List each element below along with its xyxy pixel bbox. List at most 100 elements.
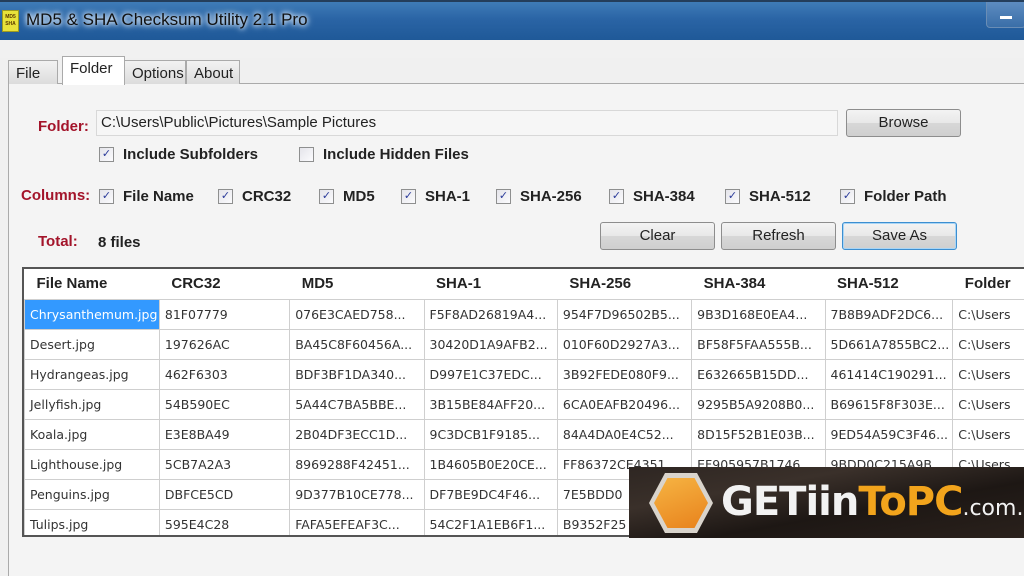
table-cell[interactable]: 8D15F52B1E03B... <box>691 418 826 450</box>
table-cell[interactable]: 3B15BE84AFF20... <box>423 388 558 420</box>
table-cell[interactable]: BF58F5FAA555B... <box>691 328 826 360</box>
table-cell[interactable]: Jellyfish.jpg <box>24 388 160 420</box>
tab-options[interactable]: Options <box>124 60 186 84</box>
table-row[interactable]: Hydrangeas.jpg 462F6303 BDF3BF1DA340... D99… <box>24 358 1024 390</box>
table-cell[interactable]: Lighthouse.jpg <box>24 448 160 480</box>
save-as-button[interactable]: Save As <box>842 222 957 250</box>
column-checkbox-folder-path[interactable]: ✓ Folder Path <box>840 188 947 205</box>
columns-label: Columns: <box>21 187 91 204</box>
app-icon-bottom-text: SHA <box>5 21 16 27</box>
table-cell[interactable]: 9B3D168E0EA4... <box>691 298 826 330</box>
checkbox-checked-icon: ✓ <box>319 189 334 204</box>
include-subfolders-checkbox[interactable]: ✓ Include Subfolders <box>99 146 258 163</box>
title-bar: MD5 SHA MD5 & SHA Checksum Utility 2.1 P… <box>0 0 1024 40</box>
watermark-domain: .com.pk <box>962 496 1024 521</box>
checkbox-checked-icon: ✓ <box>99 189 114 204</box>
table-cell[interactable]: Koala.jpg <box>24 418 160 450</box>
table-cell[interactable]: 9ED54A59C3F46... <box>824 418 954 450</box>
include-hidden-files-label: Include Hidden Files <box>323 146 469 163</box>
table-cell[interactable]: Penguins.jpg <box>24 478 160 510</box>
table-cell[interactable]: DF7BE9DC4F46... <box>423 478 558 510</box>
column-header-crc32[interactable]: CRC32 <box>159 269 290 299</box>
column-header-sha1[interactable]: SHA-1 <box>424 269 558 299</box>
refresh-button[interactable]: Refresh <box>721 222 836 250</box>
table-cell[interactable]: 9C3DCB1F9185... <box>423 418 558 450</box>
table-cell[interactable]: C:\Users <box>952 388 1024 420</box>
checkbox-checked-icon: ✓ <box>218 189 233 204</box>
table-cell[interactable]: F5F8AD26819A4... <box>423 298 558 330</box>
table-cell[interactable]: 1B4605B0E20CE... <box>423 448 558 480</box>
table-cell[interactable]: 5CB7A2A3 <box>158 448 291 480</box>
table-row[interactable]: Chrysanthemum.jpg 81F07779 076E3CAED758...… <box>24 298 1024 330</box>
column-header-file-name[interactable]: File Name <box>24 269 160 299</box>
table-cell[interactable]: 5A44C7BA5BBE... <box>289 388 425 420</box>
tab-about[interactable]: About <box>186 60 240 84</box>
table-cell[interactable]: Tulips.jpg <box>24 508 160 535</box>
table-cell[interactable]: E632665B15DD... <box>691 358 826 390</box>
table-cell[interactable]: BA45C8F60456A... <box>289 328 425 360</box>
window-title: MD5 & SHA Checksum Utility 2.1 Pro <box>26 10 308 29</box>
column-checkbox-sha256[interactable]: ✓ SHA-256 <box>496 188 582 205</box>
column-header-sha384[interactable]: SHA-384 <box>691 269 825 299</box>
table-cell[interactable]: 8969288F42451... <box>289 448 425 480</box>
table-cell[interactable]: 2B04DF3ECC1D... <box>289 418 425 450</box>
table-cell[interactable]: 30420D1A9AFB2... <box>423 328 558 360</box>
table-cell[interactable]: 5D661A7855BC2... <box>824 328 954 360</box>
tab-file[interactable]: File <box>8 60 58 84</box>
watermark-logo-icon <box>649 473 713 533</box>
column-checkbox-label: SHA-1 <box>425 188 471 205</box>
column-header-md5[interactable]: MD5 <box>289 269 425 299</box>
table-cell[interactable]: C:\Users <box>952 298 1024 330</box>
table-cell[interactable]: 9295B5A9208B0... <box>691 388 826 420</box>
table-cell[interactable]: E3E8BA49 <box>158 418 291 450</box>
table-cell[interactable]: 954F7D96502B5... <box>556 298 693 330</box>
folder-path-input[interactable]: C:\Users\Public\Pictures\Sample Pictures <box>96 110 838 136</box>
column-header-sha256[interactable]: SHA-256 <box>557 269 692 299</box>
table-cell[interactable]: 6CA0EAFB20496... <box>556 388 693 420</box>
browse-button[interactable]: Browse <box>846 109 961 137</box>
column-checkbox-crc32[interactable]: ✓ CRC32 <box>218 188 291 205</box>
table-cell[interactable]: 54B590EC <box>158 388 291 420</box>
include-hidden-files-checkbox[interactable]: Include Hidden Files <box>299 146 469 163</box>
total-label: Total: <box>38 233 78 250</box>
table-cell[interactable]: 076E3CAED758... <box>289 298 425 330</box>
table-row[interactable]: Desert.jpg 197626AC BA45C8F60456A... 30420D… <box>24 328 1024 360</box>
table-cell[interactable]: 7B8B9ADF2DC6... <box>824 298 954 330</box>
table-cell[interactable]: 84A4DA0E4C52... <box>556 418 693 450</box>
table-cell[interactable]: Chrysanthemum.jpg <box>24 298 160 330</box>
table-cell[interactable]: 010F60D2927A3... <box>556 328 693 360</box>
table-cell[interactable]: 9D377B10CE778... <box>289 478 425 510</box>
column-checkbox-sha384[interactable]: ✓ SHA-384 <box>609 188 695 205</box>
column-header-folder[interactable]: Folder <box>952 269 1024 299</box>
table-cell[interactable]: BDF3BF1DA340... <box>289 358 425 390</box>
minimize-button[interactable] <box>986 2 1024 28</box>
table-cell[interactable]: 462F6303 <box>158 358 291 390</box>
table-cell[interactable]: C:\Users <box>952 358 1024 390</box>
table-cell[interactable]: Hydrangeas.jpg <box>24 358 160 390</box>
table-cell[interactable]: 81F07779 <box>158 298 291 330</box>
table-cell[interactable]: D997E1C37EDC... <box>423 358 558 390</box>
table-cell[interactable]: Desert.jpg <box>24 328 160 360</box>
column-checkbox-sha512[interactable]: ✓ SHA-512 <box>725 188 811 205</box>
table-row[interactable]: Koala.jpg E3E8BA49 2B04DF3ECC1D... 9C3DCB1F… <box>24 418 1024 450</box>
table-cell[interactable]: 595E4C28 <box>158 508 291 535</box>
table-cell[interactable]: C:\Users <box>952 328 1024 360</box>
clear-button[interactable]: Clear <box>600 222 715 250</box>
table-cell[interactable]: DBFCE5CD <box>158 478 291 510</box>
menu-strip <box>0 40 1024 58</box>
tab-folder[interactable]: Folder <box>62 56 125 85</box>
column-checkbox-file-name[interactable]: ✓ File Name <box>99 188 194 205</box>
table-row[interactable]: Jellyfish.jpg 54B590EC 5A44C7BA5BBE... 3B15… <box>24 388 1024 420</box>
table-cell[interactable]: 461414C190291... <box>824 358 954 390</box>
checkbox-checked-icon: ✓ <box>496 189 511 204</box>
table-cell[interactable]: 54C2F1A1EB6F1... <box>423 508 558 535</box>
table-cell[interactable]: B69615F8F303E... <box>824 388 954 420</box>
table-cell[interactable]: FAFA5EFEAF3C... <box>289 508 425 535</box>
table-cell[interactable]: 3B92FEDE080F9... <box>556 358 693 390</box>
table-cell[interactable]: 197626AC <box>158 328 291 360</box>
table-cell[interactable]: C:\Users <box>952 418 1024 450</box>
column-checkbox-sha1[interactable]: ✓ SHA-1 <box>401 188 470 205</box>
column-checkbox-md5[interactable]: ✓ MD5 <box>319 188 375 205</box>
grid-header-row: File Name CRC32 MD5 SHA-1 SHA-256 SHA-38… <box>24 269 1024 299</box>
column-header-sha512[interactable]: SHA-512 <box>825 269 953 299</box>
